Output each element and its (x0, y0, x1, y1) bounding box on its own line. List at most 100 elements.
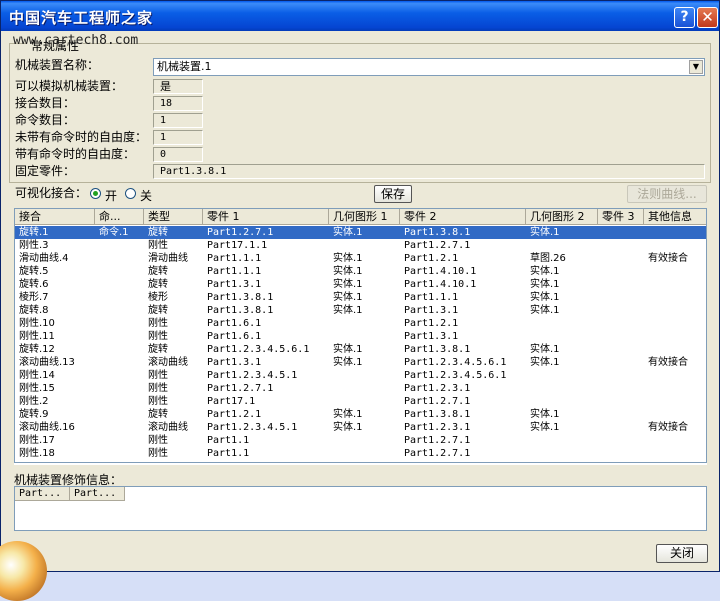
geometry1-cell: 实体.1 (333, 409, 363, 420)
joint-count-value: 18 (153, 96, 203, 111)
table-row[interactable]: 刚性.10 刚性 Part1.6.1 Part1.2.1 (15, 317, 706, 330)
joint-column-header[interactable]: 接合 (15, 209, 95, 225)
other-info-cell (648, 343, 706, 356)
table-row[interactable]: 刚性.18 刚性 Part1.1 Part1.2.7.1 (15, 447, 706, 460)
save-button[interactable]: 保存 (374, 185, 412, 203)
fixed-part-value: Part1.3.8.1 (153, 164, 705, 179)
table-row[interactable]: 旋转.6 旋转 Part1.3.1 实体.1 Part1.4.10.1 实体.1 (15, 278, 706, 291)
part1-cell: Part1.2.7.1 (207, 383, 274, 394)
table-row[interactable]: 刚性.14 刚性 Part1.2.3.4.5.1 Part1.2.3.4.5.6.1 (15, 369, 706, 382)
table-row[interactable]: 刚性.2 刚性 Part17.1 Part1.2.7.1 (15, 395, 706, 408)
visualize-joints-label: 可视化接合： (15, 186, 88, 200)
type-cell: 刚性 (148, 331, 168, 342)
title-bar[interactable]: 中国汽车工程师之家 ? ✕ (1, 1, 719, 31)
decoration-column-header[interactable]: Part... (15, 487, 70, 501)
other-info-cell (648, 330, 706, 343)
joint-cell: 旋转.9 (19, 409, 49, 420)
window-title: 中国汽车工程师之家 (9, 9, 154, 27)
table-row[interactable]: 旋转.1 命令.1 旋转 Part1.2.7.1 实体.1 Part1.3.8.1 实体.1 (15, 226, 706, 239)
joints-table-header: 接合 命... 类型 零件 1 几何图形 1 零件 2 几何图形 2 零件 3 其他信息 (15, 209, 706, 225)
command-cell (99, 421, 144, 434)
part3-cell (602, 356, 644, 369)
part1-cell: Part1.3.1 (207, 357, 262, 368)
table-row[interactable]: 刚性.17 刚性 Part1.1 Part1.2.7.1 (15, 434, 706, 447)
chevron-down-icon[interactable]: ▼ (689, 60, 703, 74)
part1-cell: Part1.2.7.1 (207, 227, 274, 238)
decoration-info-list[interactable]: Part... Part... (14, 486, 707, 531)
part2-cell: Part1.3.8.1 (404, 409, 471, 420)
command-cell: 命令.1 (99, 227, 129, 238)
horizontal-scrollbar[interactable] (14, 463, 707, 465)
fixed-part-label: 固定零件： (15, 164, 76, 178)
close-button[interactable]: 关闭 (656, 544, 708, 563)
other-info-column-header[interactable]: 其他信息 (644, 209, 706, 225)
joint-cell: 刚性.17 (19, 435, 55, 446)
geometry1-cell: 实体.1 (333, 253, 363, 264)
part2-column-header[interactable]: 零件 2 (400, 209, 526, 225)
mechanism-name-combo[interactable]: 机械装置.1 ▼ (153, 58, 705, 76)
type-cell: 刚性 (148, 240, 168, 251)
joint-cell: 棱形.7 (19, 292, 49, 303)
joints-table[interactable]: 接合 命... 类型 零件 1 几何图形 1 零件 2 几何图形 2 零件 3 其他信息 旋转.… (14, 208, 707, 463)
table-row[interactable]: 棱形.7 棱形 Part1.3.8.1 实体.1 Part1.1.1 实体.1 (15, 291, 706, 304)
geometry1-cell (333, 434, 400, 447)
joint-cell: 旋转.5 (19, 266, 49, 277)
other-info-cell (648, 447, 706, 460)
other-info-cell (648, 382, 706, 395)
geometry2-column-header[interactable]: 几何图形 2 (526, 209, 598, 225)
table-row[interactable]: 滑动曲线.4 滑动曲线 Part1.1.1 实体.1 Part1.2.1 草图.26 有效接… (15, 252, 706, 265)
help-button[interactable]: ? (674, 7, 695, 28)
joint-cell: 刚性.18 (19, 448, 55, 459)
catia-logo-icon (0, 541, 47, 601)
table-row[interactable]: 滚动曲线.13 滚动曲线 Part1.3.1 实体.1 Part1.2.3.4.5.6.… (15, 356, 706, 369)
joint-cell: 旋转.8 (19, 305, 49, 316)
other-info-cell (648, 278, 706, 291)
command-cell (99, 434, 144, 447)
part1-cell: Part1.3.8.1 (207, 292, 274, 303)
table-row[interactable]: 刚性.11 刚性 Part1.6.1 Part1.3.1 (15, 330, 706, 343)
command-cell (99, 330, 144, 343)
table-row[interactable]: 旋转.12 旋转 Part1.2.3.4.5.6.1 实体.1 Part1.3.8.1 实… (15, 343, 706, 356)
table-row[interactable]: 旋转.8 旋转 Part1.3.8.1 实体.1 Part1.3.1 实体.1 (15, 304, 706, 317)
part3-cell (602, 395, 644, 408)
other-info-cell: 有效接合 (648, 357, 688, 368)
part3-cell (602, 265, 644, 278)
type-column-header[interactable]: 类型 (144, 209, 203, 225)
command-column-header[interactable]: 命... (95, 209, 144, 225)
command-cell (99, 317, 144, 330)
table-row[interactable]: 刚性.3 刚性 Part17.1.1 Part1.2.7.1 (15, 239, 706, 252)
visualize-on-label[interactable]: 开 (105, 187, 117, 204)
part3-cell (602, 330, 644, 343)
joint-cell: 旋转.1 (19, 227, 49, 238)
visualize-off-label[interactable]: 关 (140, 187, 152, 204)
part1-column-header[interactable]: 零件 1 (203, 209, 329, 225)
other-info-cell: 有效接合 (648, 253, 688, 264)
type-cell: 刚性 (148, 383, 168, 394)
part3-cell (602, 239, 644, 252)
visualize-on-radio[interactable] (90, 188, 101, 199)
geometry1-cell (333, 330, 400, 343)
can-simulate-label: 可以模拟机械装置： (15, 79, 124, 93)
table-row[interactable]: 滚动曲线.16 滚动曲线 Part1.2.3.4.5.1 实体.1 Part1.2.3.… (15, 421, 706, 434)
joint-cell: 刚性.10 (19, 318, 55, 329)
geometry1-cell: 实体.1 (333, 422, 363, 433)
table-row[interactable]: 旋转.9 旋转 Part1.2.1 实体.1 Part1.3.8.1 实体.1 (15, 408, 706, 421)
decoration-column-header[interactable]: Part... (70, 487, 125, 501)
visualize-off-radio[interactable] (125, 188, 136, 199)
type-cell: 旋转 (148, 409, 168, 420)
part1-cell: Part1.1 (207, 435, 250, 446)
normal-curve-button[interactable]: 法则曲线... (627, 185, 707, 203)
part1-cell: Part1.2.3.4.5.1 (207, 370, 298, 381)
part3-column-header[interactable]: 零件 3 (598, 209, 644, 225)
part1-cell: Part17.1.1 (207, 240, 268, 251)
type-cell: 棱形 (148, 292, 168, 303)
geometry1-column-header[interactable]: 几何图形 1 (329, 209, 400, 225)
type-cell: 刚性 (148, 396, 168, 407)
window-close-button[interactable]: ✕ (697, 7, 718, 28)
other-info-cell (648, 408, 706, 421)
table-row[interactable]: 刚性.15 刚性 Part1.2.7.1 Part1.2.3.1 (15, 382, 706, 395)
command-cell (99, 291, 144, 304)
mechanism-name-value: 机械装置.1 (157, 60, 212, 73)
table-row[interactable]: 旋转.5 旋转 Part1.1.1 实体.1 Part1.4.10.1 实体.1 (15, 265, 706, 278)
geometry1-cell (333, 447, 400, 460)
